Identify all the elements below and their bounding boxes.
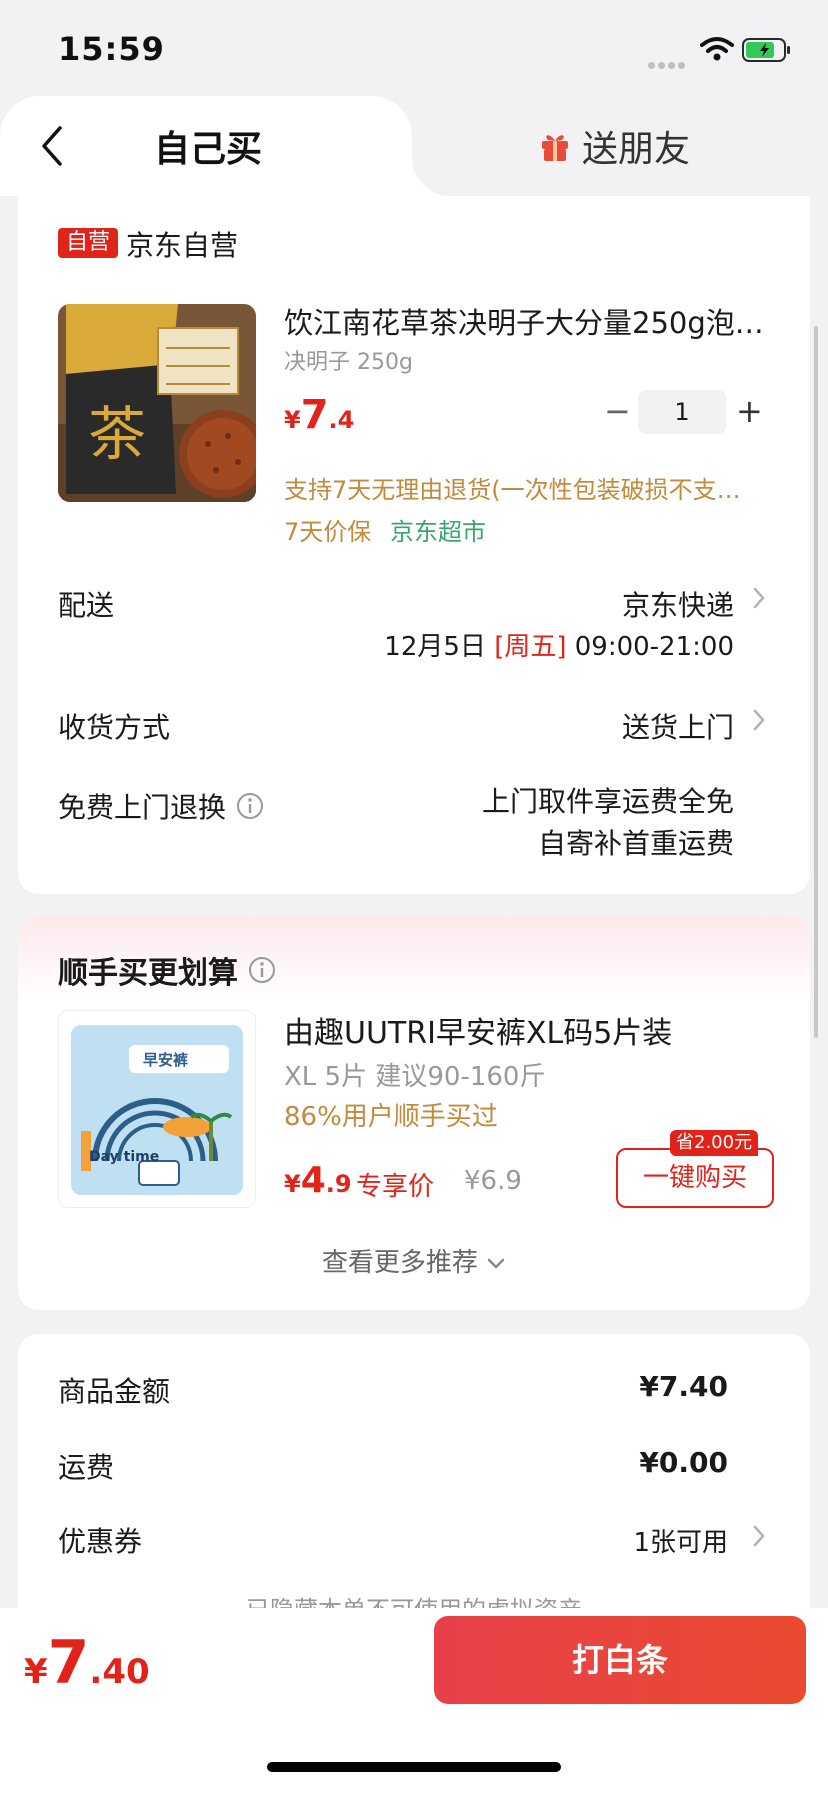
- exclusive-price-tag: 专享价: [356, 1172, 435, 1202]
- wifi-icon: [700, 36, 734, 62]
- total-currency: ¥: [24, 1652, 48, 1692]
- delivery-weekday: [周五]: [494, 632, 567, 662]
- pay-baitiao-button[interactable]: 打白条: [434, 1616, 806, 1704]
- product-spec: 决明子 250g: [284, 350, 413, 375]
- recommend-title: 顺手买更划算: [58, 956, 238, 991]
- more-recommendations-link[interactable]: 查看更多推荐: [0, 1242, 828, 1279]
- total-integer: 7: [47, 1628, 90, 1698]
- free-return-label: 免费上门退换: [58, 791, 227, 824]
- total-decimal: .40: [89, 1652, 150, 1692]
- product-image[interactable]: 茶: [58, 304, 256, 502]
- delivery-carrier[interactable]: 京东快递: [622, 584, 734, 624]
- return-policy[interactable]: 支持7天无理由退货(一次性包装破损不支…: [284, 470, 768, 505]
- receive-method-value[interactable]: 送货上门: [622, 706, 734, 746]
- price-decimal: .9: [325, 1170, 352, 1198]
- shipping-fee-label: 运费: [58, 1451, 115, 1484]
- quantity-input[interactable]: 1: [638, 390, 726, 434]
- product-title[interactable]: 饮江南花草茶决明子大分量250g泡…: [284, 300, 784, 342]
- self-operated-badge: 自营: [58, 228, 119, 258]
- gift-icon: [542, 135, 568, 161]
- chevron-right-icon[interactable]: [752, 586, 766, 610]
- chevron-right-icon[interactable]: [752, 1524, 766, 1548]
- quantity-decrease-button[interactable]: −: [604, 392, 631, 430]
- chevron-down-icon: [487, 1258, 505, 1269]
- free-return-row[interactable]: 免费上门退换: [58, 786, 264, 826]
- quantity-increase-button[interactable]: +: [736, 392, 763, 430]
- price-integer: 7: [300, 392, 329, 438]
- status-time: 15:59: [58, 30, 165, 68]
- info-icon[interactable]: [236, 792, 264, 820]
- coupon-value[interactable]: 1张可用: [633, 1522, 728, 1559]
- goods-amount-value: ¥7.40: [639, 1370, 728, 1403]
- chevron-left-icon: [42, 126, 62, 166]
- price-protect-tag: 7天价保: [284, 518, 372, 546]
- signal-icon: [648, 54, 688, 69]
- battery-icon: [742, 38, 792, 62]
- delivery-date: 12月5日: [384, 632, 486, 662]
- recommend-title-row: 顺手买更划算: [58, 948, 276, 992]
- recommend-social-proof: 86%用户顺手买过: [284, 1102, 498, 1132]
- savings-badge: 省2.00元: [670, 1130, 759, 1156]
- free-return-line1: 上门取件享运费全免: [481, 785, 734, 818]
- recommend-product-name[interactable]: 由趣UUTRI早安裤XL码5片装: [284, 1008, 672, 1052]
- tab-send-friend[interactable]: 送朋友: [540, 120, 690, 172]
- shop-name[interactable]: 京东自营: [126, 224, 238, 264]
- recommend-image-title: 早安裤: [143, 1051, 188, 1069]
- recommend-image-caption: Day time: [89, 1149, 159, 1165]
- delivery-window: 09:00-21:00: [574, 632, 734, 662]
- chevron-right-icon[interactable]: [752, 708, 766, 732]
- scrollbar[interactable]: [814, 326, 818, 1038]
- tab-send-friend-label[interactable]: 送朋友: [582, 120, 690, 172]
- receive-method-label: 收货方式: [58, 711, 171, 744]
- price-decimal: .4: [328, 406, 355, 434]
- jd-supermarket-tag: 京东超市: [390, 518, 486, 546]
- more-recommendations-label[interactable]: 查看更多推荐: [322, 1248, 478, 1278]
- recommend-product-image[interactable]: Day time 早安裤: [58, 1010, 256, 1208]
- goods-amount-label: 商品金额: [58, 1375, 171, 1408]
- shipping-fee-value: ¥0.00: [639, 1446, 728, 1479]
- delivery-time[interactable]: 12月5日 [周五] 09:00-21:00: [384, 626, 734, 663]
- price-integer: 4: [300, 1160, 326, 1201]
- info-icon[interactable]: [248, 956, 276, 984]
- original-price: ¥6.9: [464, 1166, 522, 1196]
- free-return-line2: 自寄补首重运费: [537, 827, 734, 860]
- total-price: ¥7.40: [24, 1628, 150, 1698]
- recommend-price: ¥4.9: [284, 1160, 352, 1201]
- price-currency: ¥: [284, 406, 301, 434]
- delivery-label: 配送: [58, 589, 115, 622]
- price-currency: ¥: [284, 1170, 301, 1198]
- recommend-product-spec: XL 5片 建议90-160斤: [284, 1062, 546, 1092]
- home-indicator[interactable]: [267, 1762, 561, 1772]
- product-image-tea-glyph: 茶: [88, 400, 146, 468]
- one-click-buy-button[interactable]: 一键购买: [616, 1148, 774, 1208]
- coupon-label: 优惠券: [58, 1525, 143, 1558]
- product-price: ¥7.4: [284, 392, 354, 438]
- tab-buy-self-label[interactable]: 自己买: [154, 120, 262, 172]
- back-button[interactable]: [32, 118, 72, 174]
